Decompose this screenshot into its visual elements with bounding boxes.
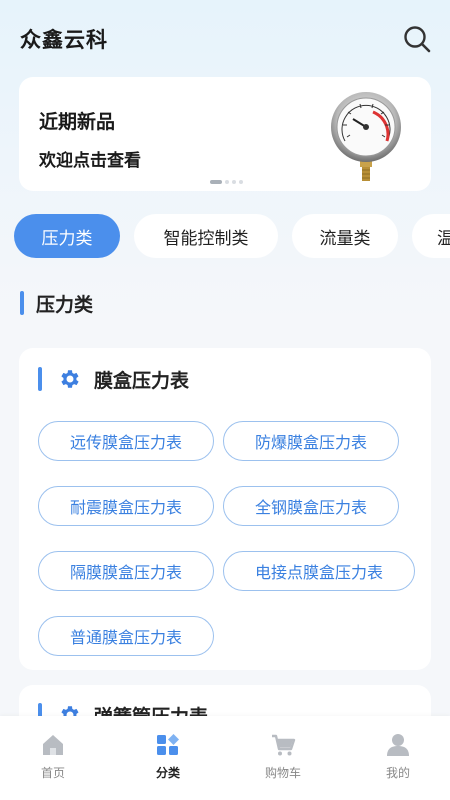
user-icon — [387, 734, 409, 756]
search-icon[interactable] — [402, 24, 432, 54]
subcategory-link[interactable]: 电接点膜盒压力表 — [223, 551, 415, 591]
nav-home[interactable]: 首页 — [13, 732, 93, 782]
app-header: 众鑫云科 — [0, 0, 450, 76]
bottom-nav: 首页 分类 购物车 我的 — [0, 716, 450, 800]
subcategory-card: 膜盒压力表 远传膜盒压力表 防爆膜盒压力表 耐震膜盒压力表 全钢膜盒压力表 隔膜… — [19, 348, 431, 670]
subcategory-link[interactable]: 普通膜盒压力表 — [38, 616, 214, 656]
app-title: 众鑫云科 — [20, 28, 108, 52]
category-tabs: 压力类 智能控制类 流量类 温 — [0, 214, 450, 260]
cart-icon — [272, 734, 296, 756]
section-accent-bar — [20, 291, 24, 315]
carousel-dot[interactable] — [239, 180, 243, 184]
section-header: 压力类 — [20, 288, 93, 318]
nav-label: 分类 — [155, 766, 180, 780]
carousel-dot[interactable] — [210, 180, 222, 184]
card-title: 膜盒压力表 — [94, 369, 190, 392]
nav-label: 购物车 — [264, 766, 301, 780]
carousel-indicator — [210, 180, 243, 184]
nav-category[interactable]: 分类 — [128, 732, 208, 782]
category-icon — [157, 734, 179, 755]
carousel-dot[interactable] — [232, 180, 236, 184]
pressure-gauge-image — [329, 91, 403, 187]
section-title: 压力类 — [36, 293, 94, 316]
tab-temperature[interactable]: 温 — [412, 214, 450, 258]
subcategory-link[interactable]: 防爆膜盒压力表 — [223, 421, 399, 461]
nav-cart[interactable]: 购物车 — [243, 732, 323, 782]
card-header: 膜盒压力表 — [38, 365, 189, 393]
subcategory-link[interactable]: 耐震膜盒压力表 — [38, 486, 214, 526]
card-accent-bar — [38, 367, 42, 391]
carousel-dot[interactable] — [225, 180, 229, 184]
tab-smart-control[interactable]: 智能控制类 — [134, 214, 278, 258]
banner-carousel[interactable]: 近期新品 欢迎点击查看 — [19, 77, 431, 191]
tab-pressure[interactable]: 压力类 — [14, 214, 120, 258]
banner-title: 近期新品 — [39, 111, 116, 133]
nav-label: 我的 — [385, 766, 410, 780]
tab-flow[interactable]: 流量类 — [292, 214, 398, 258]
home-icon — [43, 735, 63, 755]
banner-subtitle: 欢迎点击查看 — [39, 151, 141, 171]
nav-label: 首页 — [40, 766, 65, 780]
subcategory-link[interactable]: 远传膜盒压力表 — [38, 421, 214, 461]
gear-icon — [61, 370, 79, 388]
subcategory-link[interactable]: 全钢膜盒压力表 — [223, 486, 399, 526]
subcategory-link[interactable]: 隔膜膜盒压力表 — [38, 551, 214, 591]
nav-profile[interactable]: 我的 — [358, 732, 438, 782]
